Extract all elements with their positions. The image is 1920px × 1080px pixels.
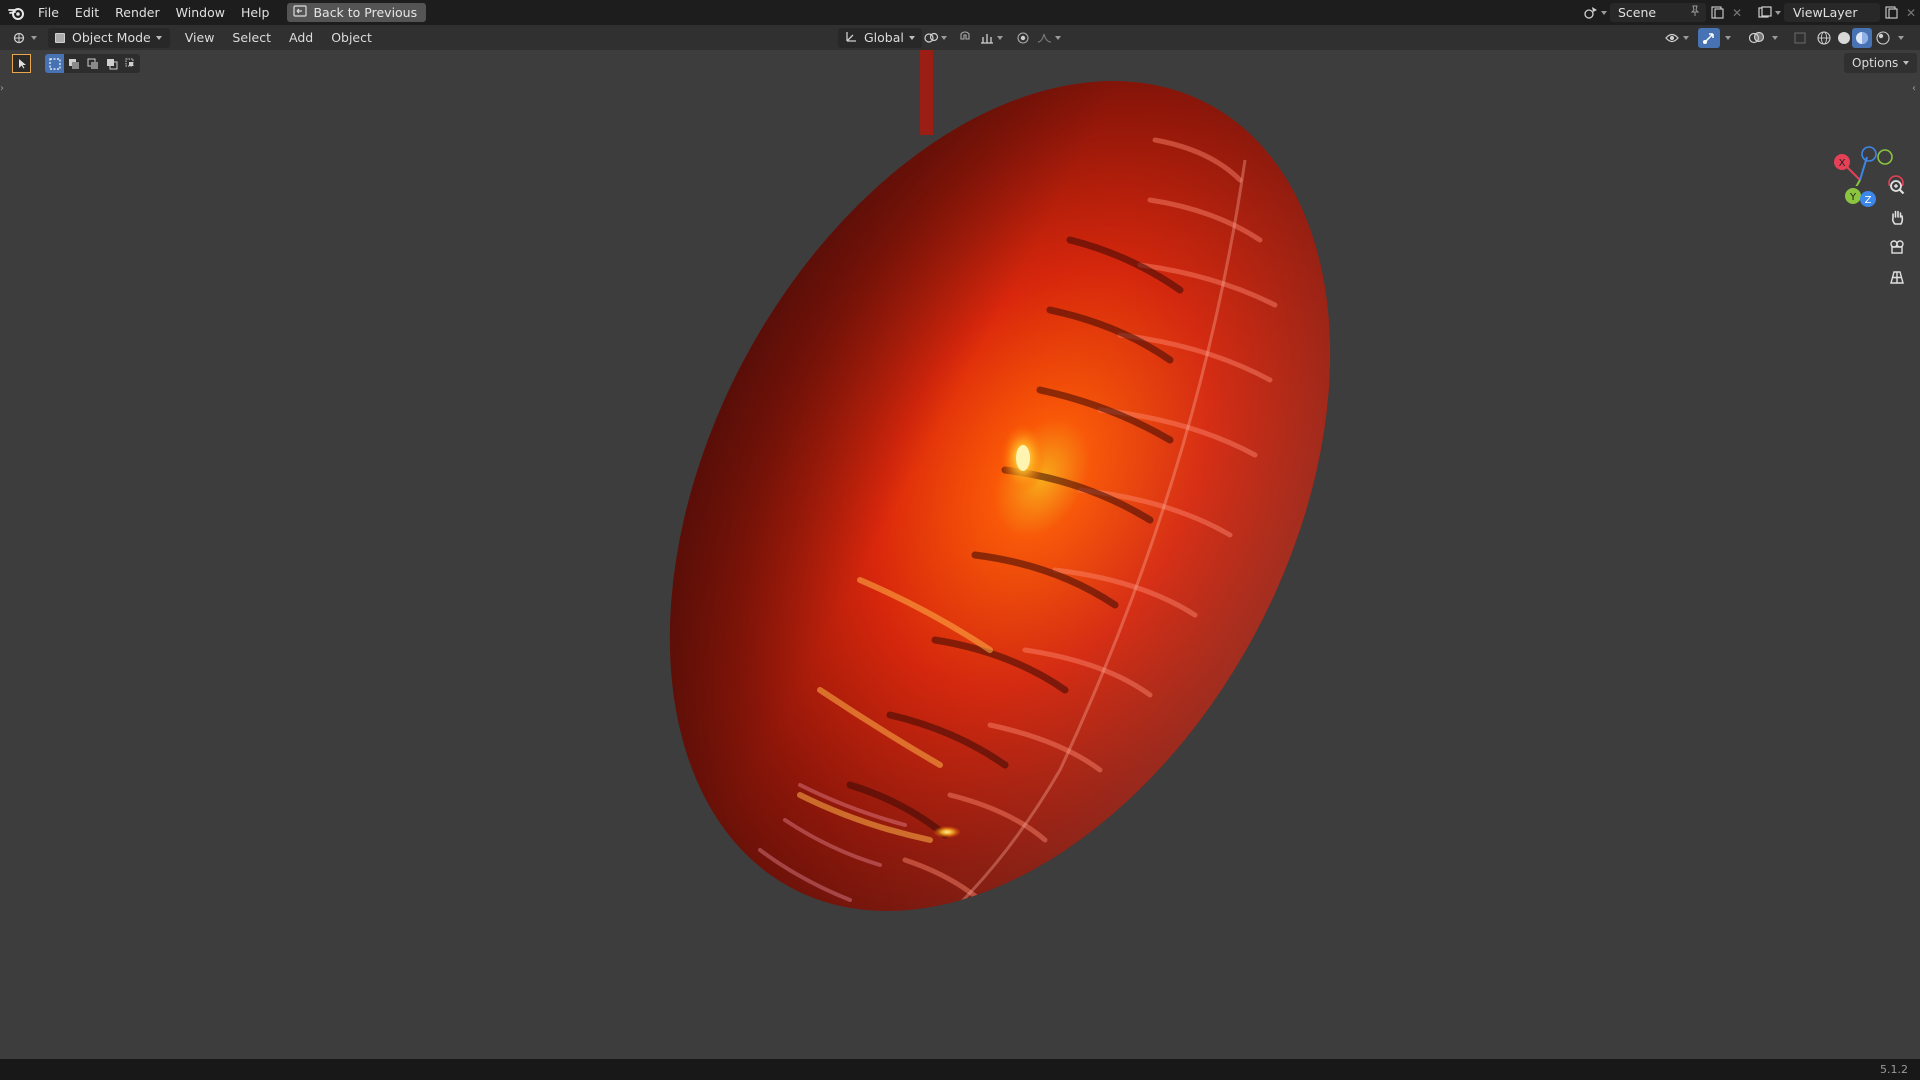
menu-render[interactable]: Render (107, 0, 168, 25)
status-bar: 5.1.2 (0, 1059, 1920, 1080)
options-label: Options (1852, 56, 1899, 70)
lamp-cord (920, 50, 933, 135)
material-preview-shading-icon[interactable] (1852, 27, 1872, 48)
new-view-layer-icon[interactable] (1880, 6, 1902, 19)
gizmo-x-label: X (1839, 158, 1846, 169)
zoom-icon[interactable] (1883, 173, 1911, 201)
menu-object[interactable]: Object (322, 25, 381, 50)
scene-browse-icon[interactable] (1580, 3, 1610, 22)
menu-add[interactable]: Add (280, 25, 322, 50)
back-to-previous-label: Back to Previous (313, 5, 418, 20)
gizmo-neg-z-icon (1861, 146, 1877, 162)
transform-orientation-selector[interactable]: Global (838, 27, 922, 48)
3d-viewport[interactable]: › ‹ Options X Y Z (0, 50, 1920, 1060)
back-screen-icon (293, 3, 308, 22)
editor-type-button[interactable] (8, 28, 42, 48)
top-menu-bar: File Edit Render Window Help Back to Pre… (0, 0, 1920, 25)
version-label: 5.1.2 (1880, 1063, 1908, 1076)
select-invert-icon[interactable] (102, 54, 121, 73)
pan-hand-icon[interactable] (1883, 203, 1911, 231)
select-extend-icon[interactable] (64, 54, 83, 73)
shading-dropdown[interactable] (1894, 28, 1908, 48)
solid-shading-icon[interactable] (1834, 28, 1853, 48)
scene-name: Scene (1618, 5, 1657, 20)
proportional-editing-icon[interactable] (1013, 28, 1033, 48)
perspective-grid-icon[interactable] (1883, 263, 1911, 291)
xray-toggle-icon[interactable] (1790, 28, 1810, 48)
pivot-point-button[interactable] (921, 28, 949, 48)
orientation-label: Global (864, 30, 904, 45)
menu-window[interactable]: Window (168, 0, 233, 25)
viewport-header: Object Mode View Select Add Object Globa… (0, 25, 1920, 50)
object-mode-icon (55, 32, 65, 43)
pin-icon[interactable] (1690, 5, 1700, 20)
delete-scene-icon[interactable]: ✕ (1728, 6, 1746, 20)
menu-view[interactable]: View (176, 25, 224, 50)
menu-edit[interactable]: Edit (67, 0, 107, 25)
orientation-icon (845, 30, 858, 46)
viewport-gizmos-toggle[interactable] (1698, 27, 1720, 48)
gizmo-z-label: Z (1865, 195, 1872, 206)
view-layer-name: ViewLayer (1793, 5, 1858, 20)
falloff-curve-button[interactable] (1034, 28, 1064, 48)
view-layer-field[interactable]: ViewLayer (1784, 3, 1880, 22)
scene-field[interactable]: Scene (1610, 3, 1706, 22)
select-intersect-icon[interactable] (121, 54, 140, 73)
select-tool-icon[interactable] (12, 54, 31, 73)
lamp-object-render[interactable] (0, 50, 1920, 1060)
gizmos-dropdown[interactable] (1721, 28, 1735, 48)
selection-mode-row (12, 54, 140, 73)
select-new-icon[interactable] (45, 54, 64, 73)
delete-view-layer-icon[interactable]: ✕ (1902, 6, 1920, 20)
overlays-dropdown[interactable] (1768, 28, 1782, 48)
mode-selector[interactable]: Object Mode (48, 27, 170, 48)
options-dropdown[interactable]: Options (1844, 53, 1918, 73)
menu-select[interactable]: Select (223, 25, 280, 50)
snap-target-button[interactable] (976, 28, 1006, 48)
blender-logo-icon[interactable] (2, 0, 30, 25)
camera-view-icon[interactable] (1883, 233, 1911, 261)
wireframe-shading-icon[interactable] (1814, 28, 1833, 48)
new-scene-icon[interactable] (1706, 6, 1728, 19)
sidebar-expand-icon[interactable]: ‹ (1912, 82, 1920, 96)
toolbar-expand-icon[interactable]: › (0, 82, 8, 96)
back-to-previous-button[interactable]: Back to Previous (287, 3, 427, 22)
view-layer-browse-icon[interactable] (1754, 3, 1784, 22)
rendered-shading-icon[interactable] (1873, 28, 1892, 48)
overlays-toggle[interactable] (1745, 28, 1767, 48)
visibility-selectability-button[interactable] (1662, 28, 1692, 48)
select-subtract-icon[interactable] (83, 54, 102, 73)
menu-help[interactable]: Help (233, 0, 278, 25)
snap-toggle-icon[interactable] (955, 28, 975, 48)
mode-label: Object Mode (72, 30, 151, 45)
menu-file[interactable]: File (30, 0, 67, 25)
gizmo-pos-y-icon (1877, 149, 1893, 165)
workspace-selectors: Scene ✕ ViewLayer ✕ (1580, 0, 1920, 25)
gizmo-y-label: Y (1849, 192, 1857, 203)
